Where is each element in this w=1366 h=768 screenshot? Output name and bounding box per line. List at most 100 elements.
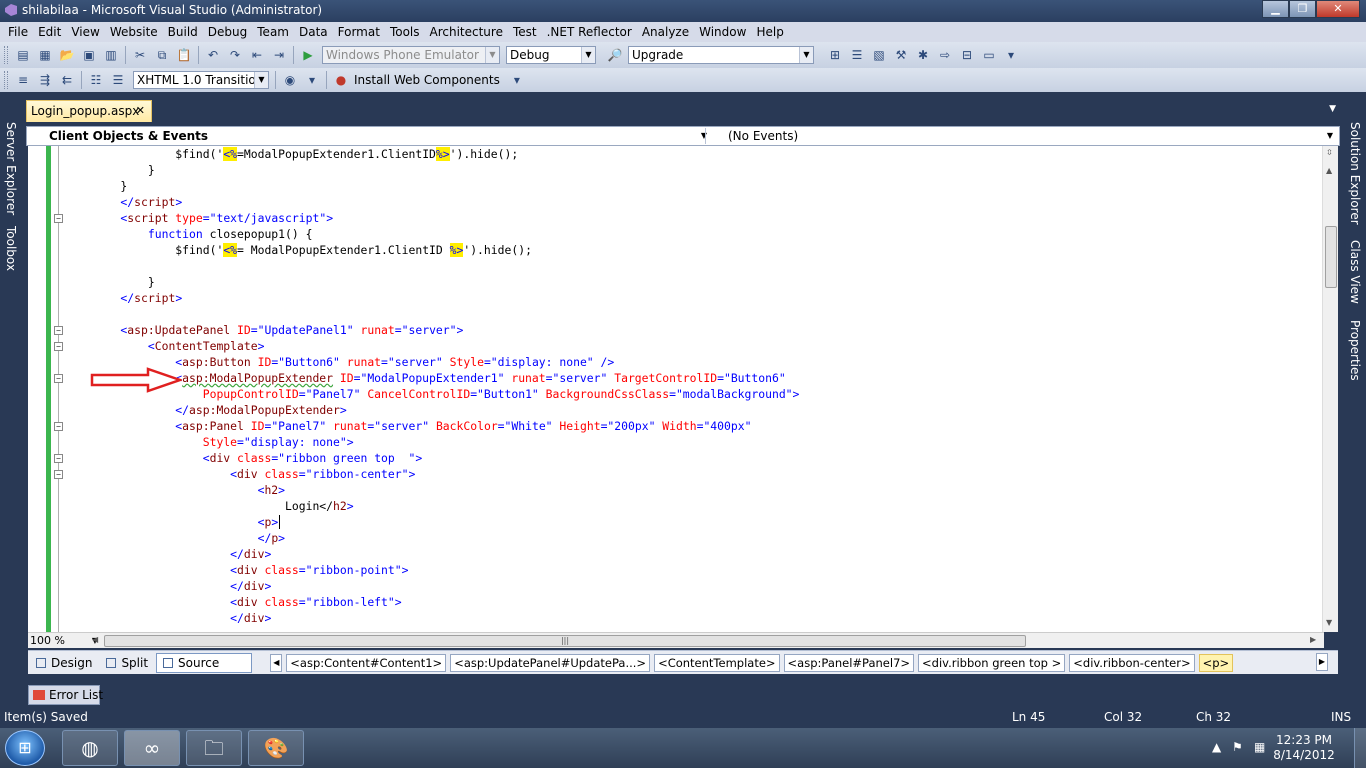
server-explorer-tab[interactable]: Server Explorer <box>4 122 18 215</box>
toolbox-icon[interactable]: ⚒ <box>892 46 910 64</box>
menu-analyze[interactable]: Analyze <box>637 22 694 42</box>
redo-icon[interactable]: ↷ <box>226 46 244 64</box>
install-web-components-button[interactable]: Install Web Components <box>354 73 500 87</box>
menu-debug[interactable]: Debug <box>203 22 252 42</box>
design-view-button[interactable]: Design <box>30 653 98 673</box>
restore-button[interactable]: ❐ <box>1289 0 1316 18</box>
command-window-icon[interactable]: ▭ <box>980 46 998 64</box>
doctype-combo[interactable]: XHTML 1.0 Transition ▼ <box>133 71 269 89</box>
menu-website[interactable]: Website <box>105 22 163 42</box>
indent-icon[interactable]: ⇶ <box>36 71 54 89</box>
menu-tools[interactable]: Tools <box>385 22 425 42</box>
navigate-forward-icon[interactable]: ⇥ <box>270 46 288 64</box>
solution-explorer-icon[interactable]: ⊞ <box>826 46 844 64</box>
install-components-icon[interactable]: ● <box>332 71 350 89</box>
scroll-up-icon[interactable]: ▲ <box>1326 166 1332 175</box>
add-item-icon[interactable]: ▦ <box>36 46 54 64</box>
properties-icon[interactable]: ☰ <box>848 46 866 64</box>
open-folder-icon[interactable]: 📂 <box>58 46 76 64</box>
breadcrumb-item[interactable]: <asp:Content#Content1> <box>286 653 447 672</box>
split-handle-icon[interactable]: ⇳ <box>1326 148 1333 157</box>
client-objects-combo[interactable]: Client Objects & Events ▼ <box>49 128 709 144</box>
scroll-right-icon[interactable]: ▶ <box>1310 635 1316 644</box>
menu-data[interactable]: Data <box>294 22 333 42</box>
find-in-files-icon[interactable]: 🔎 <box>606 46 624 64</box>
start-page-icon[interactable]: ⇨ <box>936 46 954 64</box>
check-accessibility-icon[interactable]: ◉ <box>281 71 299 89</box>
menu-format[interactable]: Format <box>333 22 385 42</box>
breadcrumb-item[interactable]: <asp:UpdatePanel#UpdatePa...> <box>450 653 651 672</box>
breadcrumb-item[interactable]: <ContentTemplate> <box>654 653 780 672</box>
toolbar-grip[interactable] <box>4 71 8 89</box>
breadcrumb-item-current[interactable]: <p> <box>1198 653 1234 672</box>
class-view-tab[interactable]: Class View <box>1348 240 1362 304</box>
breadcrumb-prev-icon[interactable]: ◀ <box>270 653 283 672</box>
menu-team[interactable]: Team <box>252 22 294 42</box>
collapse-toggle-icon[interactable]: − <box>54 470 63 479</box>
start-debugging-icon[interactable]: ▶ <box>299 46 317 64</box>
properties-tab[interactable]: Properties <box>1348 320 1362 381</box>
document-tab-login-popup[interactable]: Login_popup.aspx ✕ <box>26 100 152 122</box>
close-tab-icon[interactable]: ✕ <box>136 104 145 117</box>
vertical-scroll-thumb[interactable] <box>1325 226 1337 288</box>
breadcrumb-next-icon[interactable]: ▶ <box>1316 653 1328 671</box>
menu-test[interactable]: Test <box>508 22 542 42</box>
paste-icon[interactable]: 📋 <box>175 46 193 64</box>
toolbar-options-icon[interactable]: ▾ <box>303 71 321 89</box>
comment-icon[interactable]: ☷ <box>87 71 105 89</box>
vertical-scrollbar[interactable]: ⇳ ▲ ▼ <box>1322 146 1338 632</box>
format-document-icon[interactable]: ≡ <box>14 71 32 89</box>
chrome-taskbar-icon[interactable]: ◍ <box>62 730 118 766</box>
zoom-combo[interactable]: 100 % ▼ <box>30 634 98 648</box>
scroll-down-icon[interactable]: ▼ <box>1326 618 1332 627</box>
code-editor[interactable]: − − − − − − − $find('<%=ModalPopupExtend… <box>28 146 1324 632</box>
navigate-backward-icon[interactable]: ⇤ <box>248 46 266 64</box>
menu-help[interactable]: Help <box>751 22 788 42</box>
collapse-toggle-icon[interactable]: − <box>54 214 63 223</box>
target-device-combo[interactable]: Windows Phone Emulator ▼ <box>322 46 500 64</box>
close-button[interactable]: ✕ <box>1316 0 1360 18</box>
save-all-icon[interactable]: ▥ <box>102 46 120 64</box>
action-center-icon[interactable]: ⚑ <box>1232 740 1243 754</box>
breadcrumb-item[interactable]: <asp:Panel#Panel7> <box>783 653 915 672</box>
source-view-button[interactable]: Source <box>156 652 253 673</box>
file-explorer-taskbar-icon[interactable]: 🗀 <box>186 730 242 766</box>
show-desktop-button[interactable] <box>1354 728 1366 768</box>
new-project-icon[interactable]: ▤ <box>14 46 32 64</box>
active-files-dropdown-icon[interactable]: ▼ <box>1329 104 1336 114</box>
toolbar-grip[interactable] <box>4 46 8 64</box>
visual-studio-taskbar-icon[interactable]: ∞ <box>124 730 180 766</box>
extension-manager-icon[interactable]: ✱ <box>914 46 932 64</box>
uncomment-icon[interactable]: ☰ <box>109 71 127 89</box>
horizontal-scrollbar[interactable]: 100 % ▼ ◀ ||| ▶ <box>28 632 1324 648</box>
outdent-icon[interactable]: ⇇ <box>58 71 76 89</box>
clock[interactable]: 12:23 PM 8/14/2012 <box>1264 733 1344 763</box>
horizontal-scroll-thumb[interactable]: ||| <box>104 635 1026 647</box>
menu-edit[interactable]: Edit <box>33 22 66 42</box>
collapse-toggle-icon[interactable]: − <box>54 374 63 383</box>
show-hidden-icons-icon[interactable]: ▲ <box>1212 740 1221 754</box>
copy-icon[interactable]: ⧉ <box>153 46 171 64</box>
menu-window[interactable]: Window <box>694 22 751 42</box>
configuration-combo[interactable]: Debug ▼ <box>506 46 596 64</box>
menu-view[interactable]: View <box>66 22 104 42</box>
scroll-left-icon[interactable]: ◀ <box>92 635 98 644</box>
error-list-tab[interactable]: Error List <box>28 685 103 705</box>
toolbar-options-icon[interactable]: ▾ <box>1002 46 1020 64</box>
breadcrumb-item[interactable]: <div.ribbon green top > <box>918 653 1066 672</box>
collapse-toggle-icon[interactable]: − <box>54 326 63 335</box>
collapse-toggle-icon[interactable]: − <box>54 422 63 431</box>
toolbox-tab[interactable]: Toolbox <box>4 226 18 271</box>
team-explorer-icon[interactable]: ⊟ <box>958 46 976 64</box>
collapse-toggle-icon[interactable]: − <box>54 454 63 463</box>
save-icon[interactable]: ▣ <box>80 46 98 64</box>
solution-explorer-tab[interactable]: Solution Explorer <box>1348 122 1362 225</box>
menu-build[interactable]: Build <box>163 22 203 42</box>
paint-taskbar-icon[interactable]: 🎨 <box>248 730 304 766</box>
minimize-button[interactable]: ▁ <box>1262 0 1289 18</box>
start-button[interactable]: ⊞ <box>5 730 45 766</box>
split-view-button[interactable]: Split <box>100 653 154 673</box>
cut-icon[interactable]: ✂ <box>131 46 149 64</box>
undo-icon[interactable]: ↶ <box>204 46 222 64</box>
menu-file[interactable]: File <box>3 22 33 42</box>
